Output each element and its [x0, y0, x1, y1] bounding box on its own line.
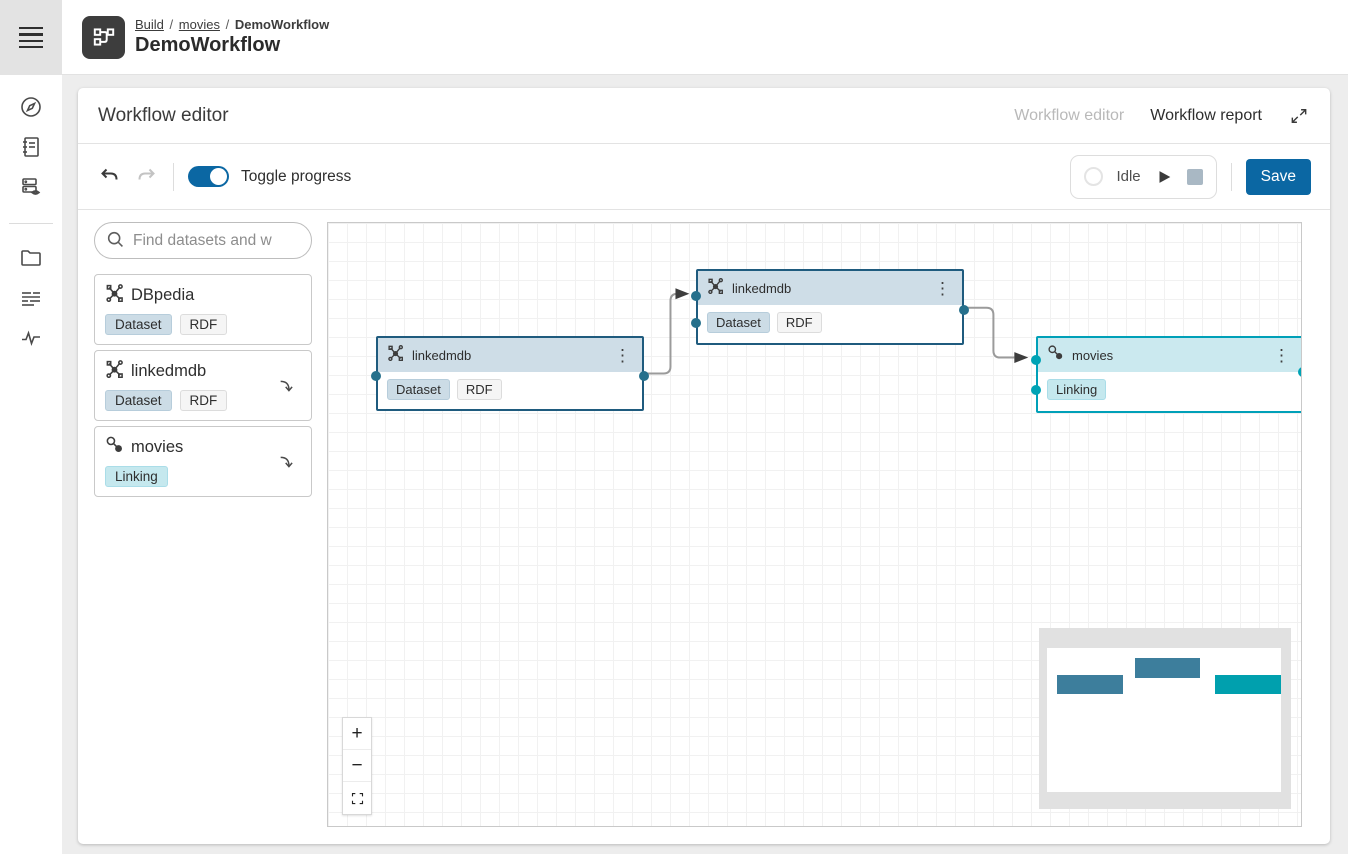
rail-item-datasets[interactable] — [19, 288, 43, 312]
node-menu-kebab-icon[interactable]: ⋮ — [1271, 347, 1292, 364]
list-item-linkedmdb[interactable]: linkedmdb Dataset RDF — [94, 350, 312, 421]
menu-button[interactable] — [0, 0, 62, 75]
output-port[interactable] — [639, 371, 649, 381]
tab-workflow-editor: Workflow editor — [1014, 107, 1124, 125]
save-button[interactable]: Save — [1246, 159, 1311, 195]
redo-button[interactable] — [133, 164, 159, 190]
tag-dataset: Dataset — [387, 379, 450, 400]
rail-item-queries[interactable] — [19, 177, 43, 201]
input-port[interactable] — [1031, 355, 1041, 365]
undo-button[interactable] — [97, 164, 123, 190]
status-label: Idle — [1116, 168, 1140, 185]
input-port[interactable] — [691, 318, 701, 328]
rail-divider — [9, 223, 53, 224]
run-workflow-button[interactable] — [1154, 167, 1174, 187]
minimap-node — [1215, 675, 1281, 694]
dataset-icon — [707, 277, 724, 299]
breadcrumb: Build / movies / DemoWorkflow — [135, 17, 329, 32]
workflow-node-movies[interactable]: movies ⋮ Linking — [1036, 336, 1302, 413]
workflow-node-linkedmdb[interactable]: linkedmdb ⋮ Dataset RDF — [376, 336, 644, 411]
insert-into-canvas-button[interactable] — [276, 374, 300, 398]
input-port[interactable] — [691, 291, 701, 301]
minimap-node — [1057, 675, 1123, 694]
minimap-node — [1135, 658, 1200, 678]
notebook-icon — [19, 135, 43, 164]
editor-toolbar: Toggle progress Idle Save — [78, 144, 1330, 210]
search-icon — [105, 229, 127, 256]
database-eye-icon — [19, 175, 43, 204]
zoom-out-button[interactable]: − — [343, 750, 371, 782]
dataset-icon — [105, 359, 124, 383]
item-title: linkedmdb — [131, 362, 206, 381]
card-title: Workflow editor — [98, 105, 229, 127]
toggle-progress-label: Toggle progress — [241, 168, 351, 186]
node-menu-kebab-icon[interactable]: ⋮ — [932, 280, 953, 297]
input-port[interactable] — [1031, 385, 1041, 395]
rail-item-activities[interactable] — [19, 328, 43, 352]
output-port[interactable] — [1298, 367, 1302, 377]
run-controls-group: Idle — [1070, 155, 1216, 199]
dataset-icon — [105, 283, 124, 307]
zoom-controls: + − — [342, 717, 372, 815]
tag-linking: Linking — [105, 466, 168, 487]
breadcrumb-current: DemoWorkflow — [235, 17, 329, 32]
linking-icon — [105, 435, 124, 459]
workflow-app-icon — [82, 16, 125, 59]
tag-rdf: RDF — [777, 312, 822, 333]
breadcrumb-project-link[interactable]: movies — [179, 17, 220, 32]
workflow-editor-card: Workflow editor Workflow editor Workflow… — [78, 88, 1330, 844]
linking-icon — [1047, 344, 1064, 366]
tag-linking: Linking — [1047, 379, 1106, 400]
card-header: Workflow editor Workflow editor Workflow… — [78, 88, 1330, 144]
minimap[interactable] — [1039, 628, 1291, 809]
workflow-canvas[interactable]: linkedmdb ⋮ Dataset RDF — [327, 222, 1302, 827]
tag-rdf: RDF — [180, 314, 228, 335]
insert-into-canvas-button[interactable] — [276, 450, 300, 474]
output-port[interactable] — [959, 305, 969, 315]
hamburger-icon — [19, 27, 43, 49]
zoom-in-button[interactable]: + — [343, 718, 371, 750]
node-menu-kebab-icon[interactable]: ⋮ — [612, 347, 633, 364]
tag-rdf: RDF — [457, 379, 502, 400]
toolbar-divider — [1231, 163, 1232, 191]
input-port[interactable] — [371, 371, 381, 381]
compass-icon — [19, 95, 43, 124]
rail-item-projects[interactable] — [19, 248, 43, 272]
dataset-icon — [387, 344, 404, 366]
tab-workflow-report[interactable]: Workflow report — [1150, 107, 1262, 125]
workflow-node-linkedmdb-2[interactable]: linkedmdb ⋮ Dataset RDF — [696, 269, 964, 345]
breadcrumb-build-link[interactable]: Build — [135, 17, 164, 32]
list-item-movies[interactable]: movies Linking — [94, 426, 312, 497]
top-header: Build / movies / DemoWorkflow DemoWorkfl… — [62, 0, 1348, 75]
tag-dataset: Dataset — [105, 314, 172, 335]
node-title: movies — [1072, 348, 1263, 363]
node-title: linkedmdb — [732, 281, 924, 296]
page: Build / movies / DemoWorkflow DemoWorkfl… — [0, 0, 1348, 854]
tag-dataset: Dataset — [707, 312, 770, 333]
item-title: movies — [131, 438, 183, 457]
tag-rdf: RDF — [180, 390, 228, 411]
rail-item-vocabularies[interactable] — [19, 137, 43, 161]
node-title: linkedmdb — [412, 348, 604, 363]
folder-icon — [19, 246, 43, 275]
tag-dataset: Dataset — [105, 390, 172, 411]
rail-item-explore[interactable] — [19, 97, 43, 121]
list-lines-icon — [19, 286, 43, 315]
page-title: DemoWorkflow — [135, 34, 329, 57]
toggle-progress-switch[interactable] — [188, 166, 229, 187]
toolbar-divider — [173, 163, 174, 191]
status-indicator — [1084, 167, 1103, 186]
dataset-panel: DBpedia Dataset RDF linkedmdb — [94, 222, 312, 827]
left-rail — [0, 0, 62, 854]
list-item-dbpedia[interactable]: DBpedia Dataset RDF — [94, 274, 312, 345]
fullscreen-expand-icon[interactable] — [1288, 105, 1310, 127]
stop-workflow-button[interactable] — [1187, 169, 1203, 185]
fit-view-button[interactable] — [343, 782, 371, 814]
pulse-icon — [19, 326, 43, 355]
item-title: DBpedia — [131, 286, 194, 305]
